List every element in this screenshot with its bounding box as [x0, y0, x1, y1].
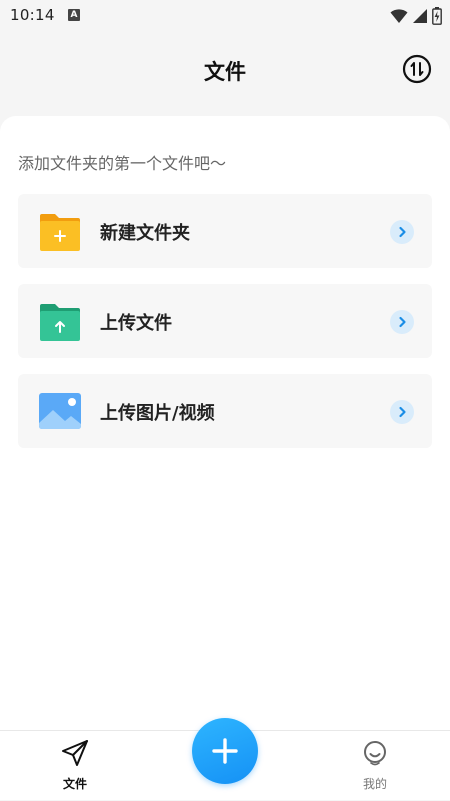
battery-icon [432, 7, 442, 25]
a-letter-icon: A [68, 9, 80, 21]
chevron-right-icon [399, 406, 406, 418]
page-title: 文件 [204, 60, 246, 84]
upload-file-folder-icon [40, 304, 80, 341]
chevron-right-icon [399, 226, 406, 238]
chevron-right-icon [399, 316, 406, 328]
tab-files-label: 文件 [62, 777, 87, 791]
smiley-face-icon [364, 741, 386, 766]
new-folder-label: 新建文件夹 [100, 223, 190, 244]
tab-mine-label: 我的 [362, 777, 387, 791]
tab-mine[interactable]: 我的 [325, 731, 425, 801]
wifi-icon [390, 9, 408, 23]
plus-icon [212, 738, 238, 764]
upload-media-item[interactable]: 上传图片/视频 [18, 374, 432, 448]
image-icon [39, 393, 81, 429]
paper-plane-icon [62, 740, 88, 766]
status-bar: 10:14 A [0, 0, 450, 32]
upload-file-label: 上传文件 [100, 313, 172, 334]
new-folder-item[interactable]: 新建文件夹 [18, 194, 432, 268]
upload-media-chevron[interactable] [390, 400, 414, 424]
signal-icon [413, 9, 427, 23]
new-folder-icon [40, 214, 80, 251]
add-button[interactable] [192, 718, 258, 784]
new-folder-chevron[interactable] [390, 220, 414, 244]
tab-files[interactable]: 文件 [25, 731, 125, 801]
sort-button[interactable] [402, 54, 432, 84]
upload-media-label: 上传图片/视频 [100, 403, 215, 424]
status-time: 10:14 [10, 6, 55, 24]
empty-hint-text: 添加文件夹的第一个文件吧～ [18, 154, 227, 173]
upload-file-item[interactable]: 上传文件 [18, 284, 432, 358]
header: 文件 [0, 32, 450, 116]
upload-file-chevron[interactable] [390, 310, 414, 334]
content-card: 添加文件夹的第一个文件吧～ 新建文件夹 上传文件 上传图片/视频 [0, 116, 450, 730]
status-icons [390, 6, 442, 26]
sort-arrows-icon [402, 54, 432, 84]
